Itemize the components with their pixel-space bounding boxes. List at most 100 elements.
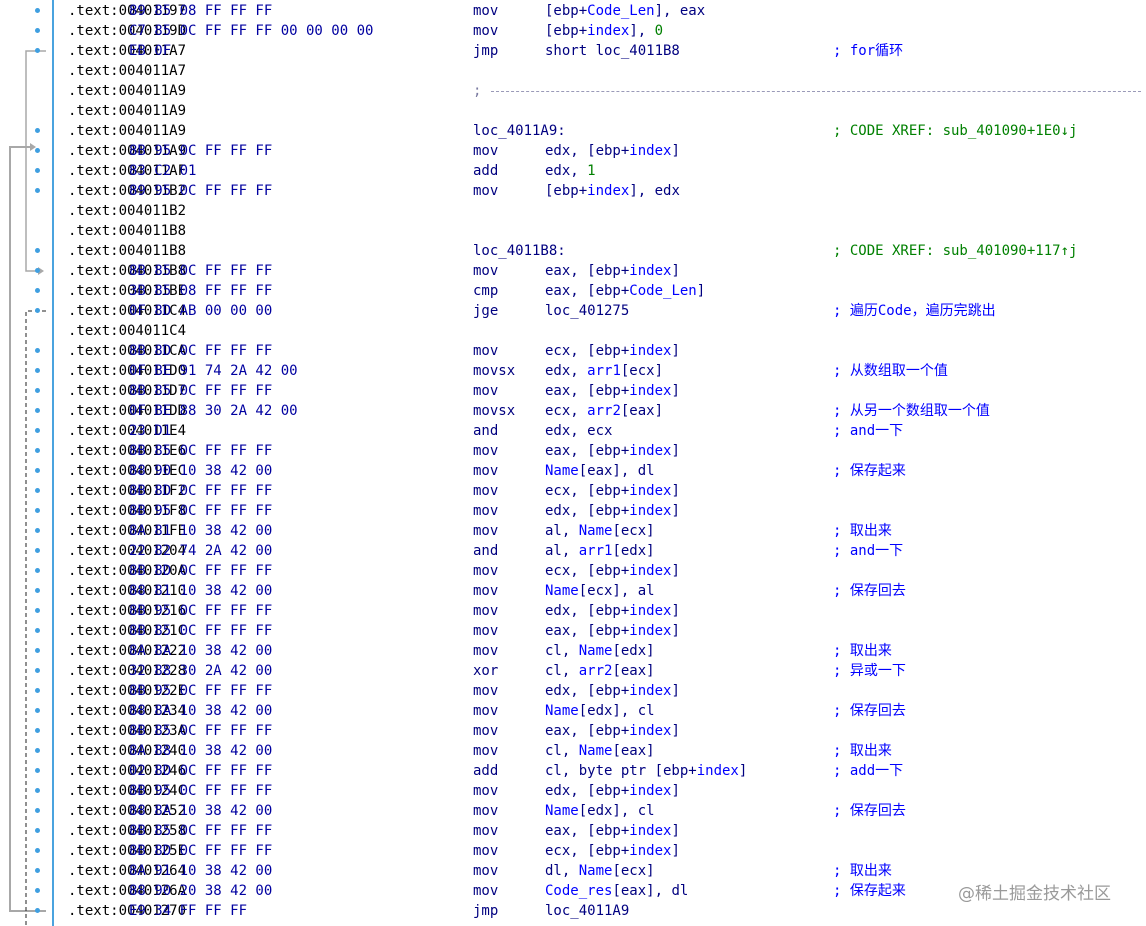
breakpoint-dot[interactable] [35,488,40,493]
operand-symbol[interactable]: index [629,383,671,399]
breakpoint-dot[interactable] [35,568,40,573]
breakpoint-dot[interactable] [35,588,40,593]
breakpoint-dot[interactable] [35,728,40,733]
breakpoint-dot[interactable] [35,848,40,853]
operand-symbol[interactable]: index [697,763,739,779]
operand-symbol[interactable]: Name [579,863,613,879]
breakpoint-dot[interactable] [35,708,40,713]
operand-symbol[interactable]: index [629,563,671,579]
operand-symbol[interactable]: index [629,603,671,619]
breakpoint-dot[interactable] [35,808,40,813]
listing-line[interactable]: .text:0040121C 8B 85 0C FF FF FF mov eax, [… [54,621,1146,641]
listing-line[interactable]: .text:00401246 02 8D 0C FF FF FF add cl, by… [54,761,1146,781]
listing-line[interactable]: .text:00401216 8B 95 0C FF FF FF mov edx, [… [54,601,1146,621]
operand-symbol[interactable]: Name [579,523,613,539]
listing-line[interactable]: .text:0040124C 8B 95 0C FF FF FF mov edx, [… [54,781,1146,801]
operand-symbol[interactable]: Code_Len [629,283,696,299]
breakpoint-dot[interactable] [35,788,40,793]
listing-line[interactable]: .text:004011B8 [54,221,1146,241]
operand-symbol[interactable]: index [587,183,629,199]
listing-line[interactable]: .text:00401240 8A 88 10 38 42 00 mov cl, Na… [54,741,1146,761]
breakpoint-dot[interactable] [35,48,40,53]
operand-symbol[interactable]: index [629,483,671,499]
breakpoint-dot[interactable] [35,548,40,553]
listing-line[interactable]: .text:004011F8 8B 95 0C FF FF FF mov edx, [… [54,501,1146,521]
breakpoint-dot[interactable] [35,448,40,453]
listing-line[interactable]: .text:004011B8 loc_4011B8: ; CODE XREF: su… [54,241,1146,261]
breakpoint-dot[interactable] [35,288,40,293]
listing-line[interactable]: .text:0040125E 8B 8D 0C FF FF FF mov ecx, [… [54,841,1146,861]
breakpoint-dot[interactable] [35,408,40,413]
breakpoint-dot[interactable] [35,528,40,533]
breakpoint-dot[interactable] [35,668,40,673]
operand-symbol[interactable]: Name [579,743,613,759]
listing-line[interactable]: .text:004011B2 [54,201,1146,221]
breakpoint-dot[interactable] [35,508,40,513]
breakpoint-dot[interactable] [35,868,40,873]
breakpoint-dot[interactable] [35,8,40,13]
listing-line[interactable]: .text:00401264 8A 91 10 38 42 00 mov dl, Na… [54,861,1146,881]
breakpoint-dot[interactable] [35,628,40,633]
listing-line[interactable]: .text:004011EC 88 90 10 38 42 00 mov Name[e… [54,461,1146,481]
breakpoint-dot[interactable] [35,428,40,433]
listing-line[interactable]: .text:004011FE 8A 81 10 38 42 00 mov al, Na… [54,521,1146,541]
operand-symbol[interactable]: Name [545,583,579,599]
operand-symbol[interactable]: index [629,263,671,279]
listing-line[interactable]: .text:0040122E 8B 95 0C FF FF FF mov edx, [… [54,681,1146,701]
breakpoint-dot[interactable] [35,888,40,893]
operand-symbol[interactable]: Code_res [545,883,612,899]
breakpoint-dot[interactable] [35,748,40,753]
listing-line[interactable]: .text:00401252 88 8A 10 38 42 00 mov Name[e… [54,801,1146,821]
operand-symbol[interactable]: Code_Len [587,3,654,19]
listing-line[interactable]: .text:004011C4 0F 8D AB 00 00 00 jge loc_40… [54,301,1146,321]
operand-symbol[interactable]: index [629,623,671,639]
operand-symbol[interactable]: arr2 [587,403,621,419]
operand-symbol[interactable]: index [629,843,671,859]
listing-line[interactable]: .text:004011D0 0F BE 91 74 2A 42 00 movsx e… [54,361,1146,381]
listing-line[interactable]: .text:004011AF 83 C2 01 add edx, 1 [54,161,1146,181]
breakpoint-dot[interactable] [35,608,40,613]
breakpoint-dot[interactable] [35,28,40,33]
operand-symbol[interactable]: index [629,683,671,699]
listing-line[interactable]: .text:00401204 22 82 74 2A 42 00 and al, ar… [54,541,1146,561]
listing-line[interactable]: .text:004011A9; [54,81,1146,101]
operand-symbol[interactable]: index [629,823,671,839]
breakpoint-dot[interactable] [35,908,40,913]
listing-line[interactable]: .text:0040119D C7 85 0C FF FF FF 00 00 00… [54,21,1146,41]
breakpoint-dot[interactable] [35,248,40,253]
breakpoint-dot[interactable] [35,648,40,653]
breakpoint-dot[interactable] [35,268,40,273]
listing-line[interactable]: .text:00401258 8B 85 0C FF FF FF mov eax, [… [54,821,1146,841]
operand-symbol[interactable]: Name [579,643,613,659]
breakpoint-dot[interactable] [35,368,40,373]
operand-symbol[interactable]: index [629,143,671,159]
operand-symbol[interactable]: index [629,343,671,359]
listing-line[interactable]: .text:004011A7 [54,61,1146,81]
listing-line[interactable]: .text:004011D7 8B 85 0C FF FF FF mov eax, [… [54,381,1146,401]
listing-line[interactable]: .text:00401222 8A 8A 10 38 42 00 mov cl, Na… [54,641,1146,661]
listing-line[interactable]: .text:00401228 32 88 30 2A 42 00 xor cl, ar… [54,661,1146,681]
breakpoint-dot[interactable] [35,168,40,173]
operand-symbol[interactable]: index [587,23,629,39]
breakpoint-dot[interactable] [35,188,40,193]
listing-line[interactable]: .text:004011B8 8B 85 0C FF FF FF mov eax, [… [54,261,1146,281]
operand-symbol[interactable]: Name [545,463,579,479]
operand-symbol[interactable]: index [629,503,671,519]
operand-symbol[interactable]: index [629,783,671,799]
breakpoint-dot[interactable] [35,128,40,133]
listing-line[interactable]: .text:004011BE 3B 85 08 FF FF FF cmp eax, [… [54,281,1146,301]
operand-symbol[interactable]: Name [545,703,579,719]
breakpoint-dot[interactable] [35,768,40,773]
listing-line[interactable]: .text:004011E4 23 D1 and edx, ecx; and一下 [54,421,1146,441]
listing-line[interactable]: .text:004011A9 [54,101,1146,121]
operand-symbol[interactable]: arr1 [579,543,613,559]
listing-line[interactable]: .text:00401210 88 81 10 38 42 00 mov Name[e… [54,581,1146,601]
listing-line[interactable]: .text:004011E6 8B 85 0C FF FF FF mov eax, [… [54,441,1146,461]
operand-symbol[interactable]: index [629,723,671,739]
breakpoint-dot[interactable] [35,308,40,313]
listing-line[interactable]: .text:00401234 88 8A 10 38 42 00 mov Name[e… [54,701,1146,721]
operand-symbol[interactable]: arr2 [579,663,613,679]
listing-line[interactable]: .text:0040123A 8B 85 0C FF FF FF mov eax, [… [54,721,1146,741]
listing-line[interactable]: .text:0040120A 8B 8D 0C FF FF FF mov ecx, [… [54,561,1146,581]
listing-line[interactable]: .text:004011F2 8B 8D 0C FF FF FF mov ecx, [… [54,481,1146,501]
